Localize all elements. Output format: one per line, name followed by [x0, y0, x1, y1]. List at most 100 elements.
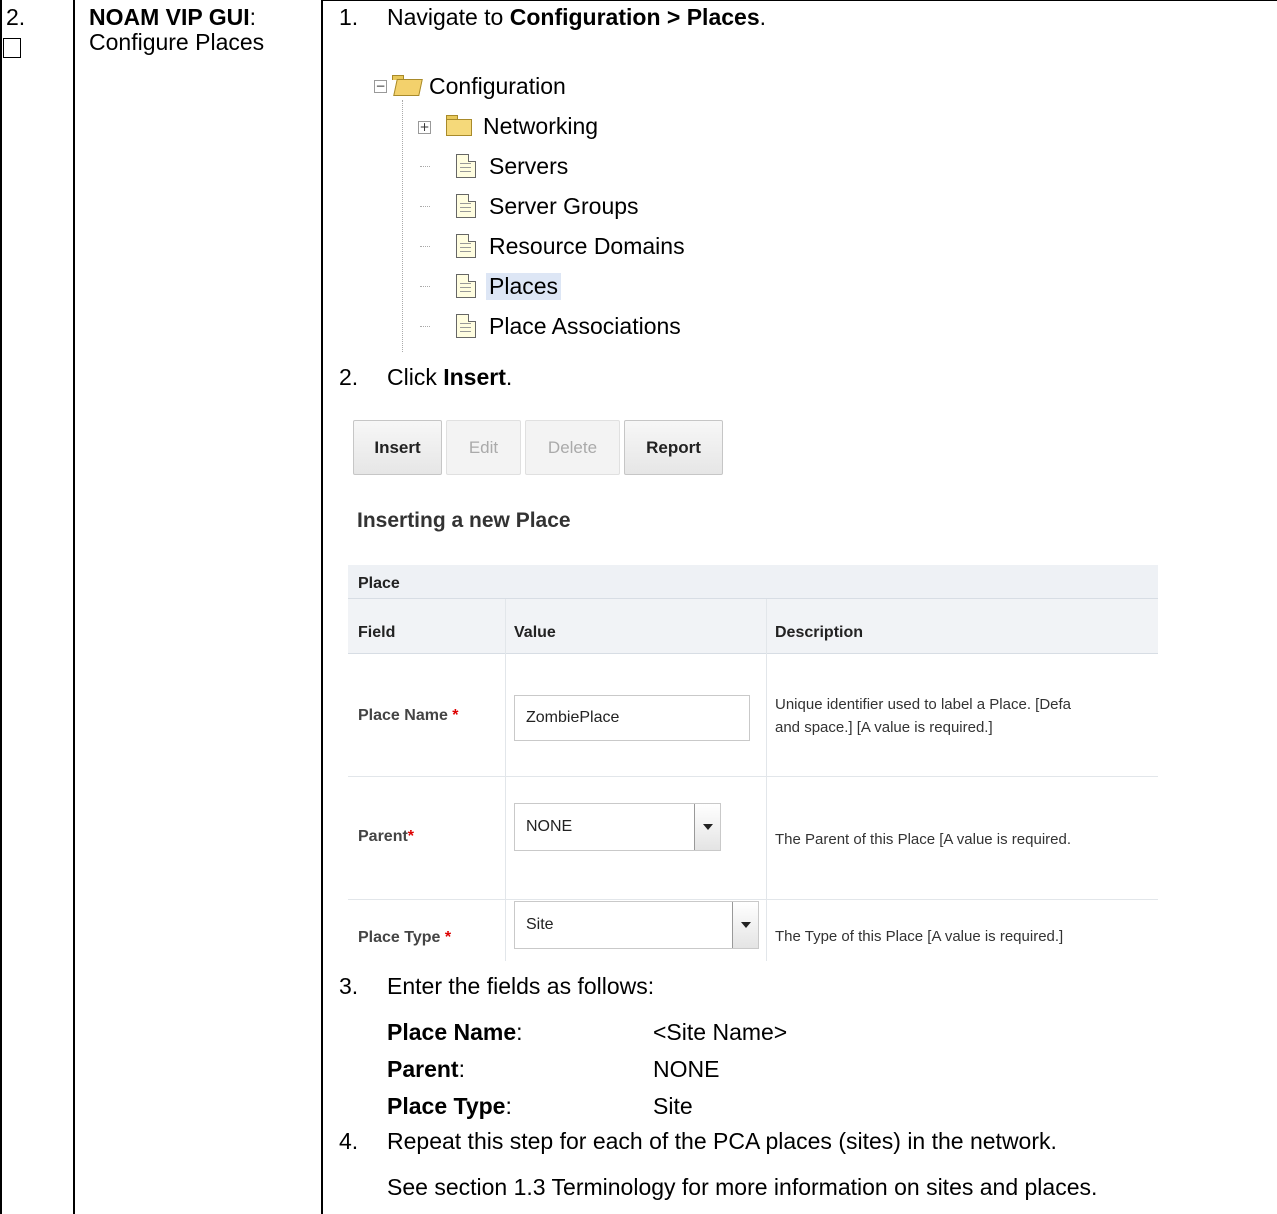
- parent-label: Parent*: [358, 828, 414, 846]
- tree-item-label: Networking: [483, 112, 599, 139]
- edit-button[interactable]: Edit: [446, 420, 521, 475]
- place-name-description-line-1: Unique identifier used to label a Place.…: [775, 696, 1072, 713]
- report-button[interactable]: Report: [624, 420, 723, 475]
- instruction-4: Repeat this step for each of the PCA pla…: [387, 1128, 1057, 1154]
- field-label-place-name-text: Place Name: [387, 1019, 517, 1045]
- form-column-header: Field Value Description: [348, 599, 1158, 654]
- table-border-left: [0, 0, 2, 1214]
- document-icon: [456, 194, 476, 218]
- tree-connector: [420, 286, 430, 287]
- step-number: 2.: [6, 4, 26, 30]
- insert-button[interactable]: Insert: [353, 420, 442, 475]
- instruction-2-number: 2.: [339, 364, 359, 390]
- place-type-description: The Type of this Place [A value is requi…: [775, 928, 1064, 945]
- document-icon: [456, 154, 476, 178]
- instruction-2-post: .: [505, 364, 513, 390]
- form-row-place-type: Place Type * Site The Type of this Place…: [348, 901, 1158, 961]
- place-name-label: Place Name *: [358, 707, 459, 725]
- place-type-select-value: Site: [526, 916, 554, 933]
- expand-icon[interactable]: +: [418, 121, 431, 134]
- instruction-2: Click Insert.: [387, 366, 512, 389]
- step-title-colon: :: [249, 4, 256, 30]
- step-subtitle: Configure Places: [89, 29, 265, 55]
- table-border-top: [321, 0, 1277, 1]
- required-marker: *: [452, 707, 459, 724]
- field-label-place-name: Place Name:: [387, 1021, 523, 1044]
- chevron-down-icon[interactable]: [732, 902, 758, 948]
- tree-item-label-selected: Places: [486, 272, 562, 300]
- column-description: Description: [775, 624, 864, 641]
- place-type-select[interactable]: Site: [514, 901, 759, 949]
- parent-description: The Parent of this Place [A value is req…: [775, 831, 1071, 848]
- table-border-col2: [321, 0, 323, 1214]
- place-name-description-line-2: and space.] [A value is required.]: [775, 719, 993, 736]
- tree-connector: [420, 166, 430, 167]
- chevron-down-icon[interactable]: [694, 804, 720, 850]
- delete-button[interactable]: Delete: [525, 420, 620, 475]
- field-value-parent: NONE: [653, 1056, 720, 1082]
- required-marker: *: [444, 929, 452, 946]
- tree-item-label: Configuration: [429, 72, 566, 99]
- form-heading: Inserting a new Place: [357, 509, 571, 532]
- form-row-place-name: Place Name * ZombiePlace Unique identifi…: [348, 655, 1158, 777]
- parent-select-value: NONE: [526, 818, 573, 835]
- field-label-place-type-text: Place Type: [387, 1093, 506, 1119]
- instruction-1: Navigate to Configuration > Places.: [387, 6, 766, 29]
- instruction-1-pre: Navigate to: [387, 4, 510, 30]
- instruction-2-bold: Insert: [443, 364, 506, 390]
- place-name-label-text: Place Name: [358, 707, 448, 724]
- terminology-note: See section 1.3 Terminology for more inf…: [387, 1174, 1098, 1200]
- field-label-place-type: Place Type:: [387, 1095, 512, 1118]
- field-label-colon: :: [516, 1019, 523, 1045]
- tree-item-label: Server Groups: [489, 192, 639, 219]
- place-form: Place Field Value Description Place Name…: [348, 565, 1158, 961]
- step-checkbox[interactable]: [3, 38, 21, 58]
- form-section-title: Place: [358, 575, 400, 592]
- tree-connector: [420, 326, 430, 327]
- tree-item-resource-domains[interactable]: Resource Domains: [456, 230, 688, 262]
- open-folder-icon: [392, 75, 423, 97]
- tree-connector: [420, 206, 430, 207]
- field-value-place-type: Site: [653, 1093, 693, 1119]
- place-type-label: Place Type *: [358, 929, 451, 947]
- step-title-bold: NOAM VIP GUI: [89, 4, 250, 30]
- procedure-step-table: 2. NOAM VIP GUI: Configure Places 1. Nav…: [0, 0, 1277, 1214]
- tree-item-networking[interactable]: Networking: [446, 110, 601, 142]
- column-value: Value: [514, 624, 556, 641]
- instruction-1-bold: Configuration > Places: [509, 4, 760, 30]
- tree-connector: [420, 246, 430, 247]
- tree-item-configuration[interactable]: Configuration: [392, 70, 569, 102]
- form-section-header: Place: [348, 565, 1158, 599]
- collapse-icon[interactable]: −: [374, 80, 387, 93]
- document-icon: [456, 234, 476, 258]
- column-field: Field: [358, 624, 396, 641]
- folder-icon: [446, 115, 474, 137]
- tree-item-label: Resource Domains: [489, 232, 685, 259]
- tree-item-servers[interactable]: Servers: [456, 150, 571, 182]
- document-icon: [456, 274, 476, 298]
- instruction-3-number: 3.: [339, 973, 359, 999]
- place-name-input[interactable]: ZombiePlace: [514, 695, 750, 741]
- tree-item-label: Servers: [489, 152, 569, 179]
- tree-item-place-associations[interactable]: Place Associations: [456, 310, 684, 342]
- document-icon: [456, 314, 476, 338]
- instruction-1-number: 1.: [339, 4, 359, 30]
- tree-guide-line: [402, 100, 403, 352]
- instruction-4-number: 4.: [339, 1128, 359, 1154]
- field-label-colon: :: [458, 1056, 465, 1082]
- parent-label-text: Parent: [358, 828, 408, 845]
- place-name-description: Unique identifier used to label a Place.…: [775, 693, 1071, 739]
- instruction-3: Enter the fields as follows:: [387, 973, 655, 999]
- field-label-parent: Parent:: [387, 1058, 465, 1081]
- place-type-label-text: Place Type: [358, 929, 441, 946]
- required-marker: *: [407, 828, 415, 845]
- instruction-1-post: .: [759, 4, 766, 30]
- step-title: NOAM VIP GUI:: [89, 6, 256, 29]
- form-row-parent: Parent* NONE The Parent of this Place [A…: [348, 778, 1158, 900]
- field-label-colon: :: [505, 1093, 512, 1119]
- parent-select[interactable]: NONE: [514, 803, 721, 851]
- tree-item-server-groups[interactable]: Server Groups: [456, 190, 642, 222]
- instruction-2-pre: Click: [387, 364, 444, 390]
- field-value-place-name: <Site Name>: [653, 1019, 788, 1045]
- tree-item-places[interactable]: Places: [456, 270, 562, 302]
